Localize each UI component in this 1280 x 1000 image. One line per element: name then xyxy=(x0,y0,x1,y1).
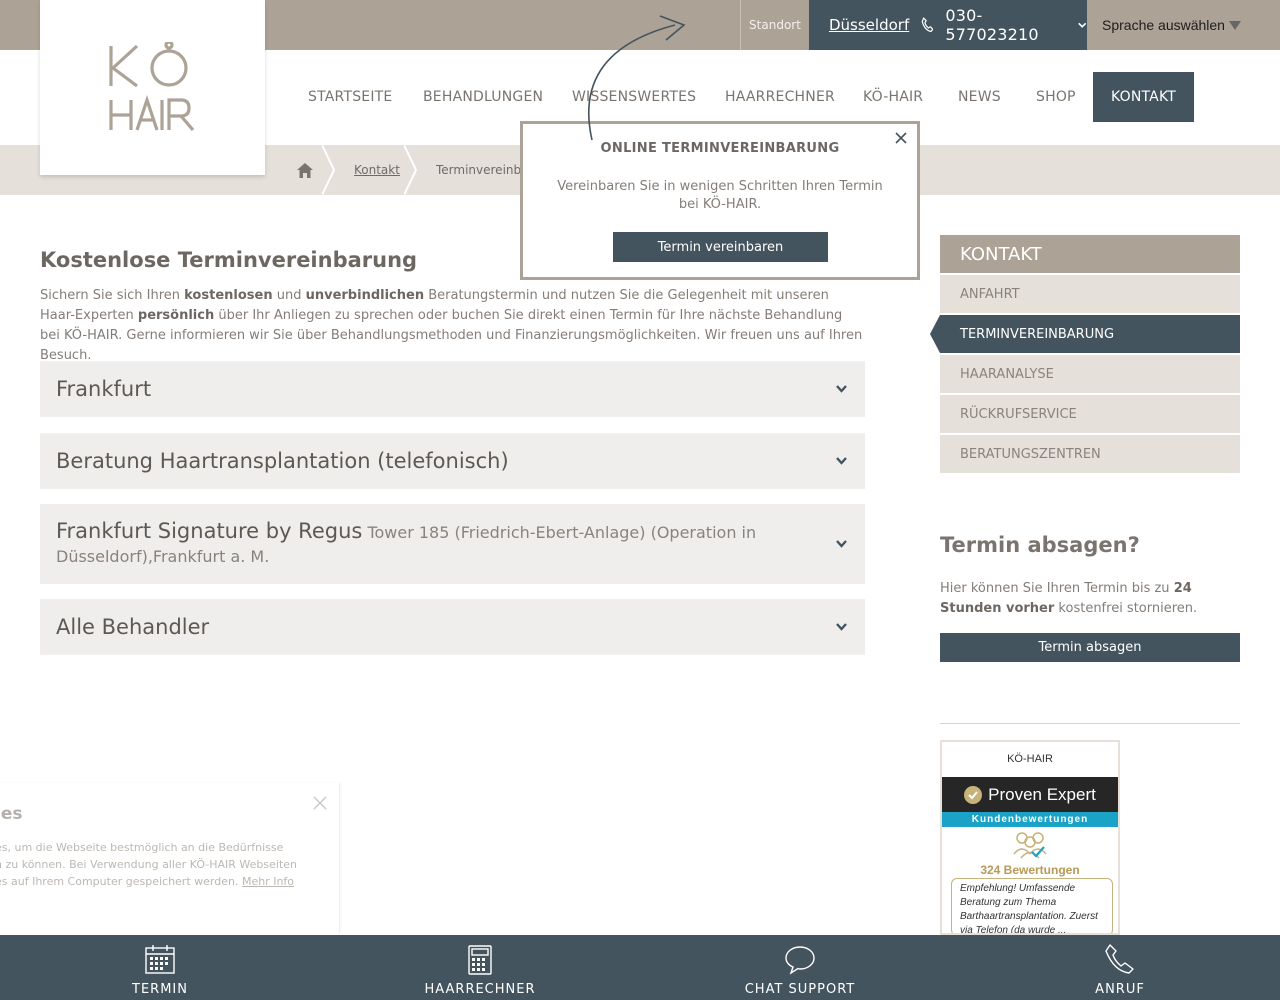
bottom-haarrechner-label: HAARRECHNER xyxy=(424,982,536,997)
proven-expert-widget[interactable]: KÖ-HAIR Proven Expert Kundenbewertungen … xyxy=(940,740,1120,935)
phone-icon xyxy=(1105,944,1134,974)
breadcrumb-current: Terminvereinbarung xyxy=(436,163,526,177)
calendar-icon xyxy=(145,945,175,974)
nav-kontakt[interactable]: KONTAKT xyxy=(1093,72,1194,122)
cookie-banner: ies es, um die Webseite bestmöglich an d… xyxy=(0,783,340,933)
home-icon xyxy=(297,162,313,178)
bottom-termin-label: TERMIN xyxy=(132,982,188,997)
chevron-down-icon[interactable] xyxy=(1077,19,1087,31)
bottom-termin-button[interactable]: TERMIN xyxy=(60,935,260,1000)
nav-haarrechner[interactable]: HAARRECHNER xyxy=(725,72,835,122)
sidebar-item-terminvereinbarung[interactable]: TERMINVEREINBARUNG xyxy=(940,315,1240,353)
book-appointment-button[interactable]: Termin vereinbaren xyxy=(613,232,828,262)
accordion-title: Alle Behandler xyxy=(56,615,210,639)
breadcrumb-separator xyxy=(322,145,336,195)
sidebar-active-marker xyxy=(930,315,940,353)
page-title: Kostenlose Terminvereinbarung xyxy=(40,248,418,272)
intro-text: Sichern Sie sich Ihren kostenlosen und u… xyxy=(40,288,863,363)
sidebar-item-rueckrufservice[interactable]: RÜCKRUFSERVICE xyxy=(940,395,1240,433)
nav-ko-hair[interactable]: KÖ-HAIR xyxy=(863,72,923,122)
cancel-heading: Termin absagen? xyxy=(940,533,1140,557)
nav-news[interactable]: NEWS xyxy=(958,72,1001,122)
popup-text: Vereinbaren Sie in wenigen Schritten Ihr… xyxy=(557,179,883,212)
ko-hair-logo-icon xyxy=(108,41,194,131)
sidebar-item-haaranalyse[interactable]: HAARANALYSE xyxy=(940,355,1240,393)
phone-number[interactable]: 030-577023210 xyxy=(945,6,1058,44)
bottom-chat-support-button[interactable]: CHAT SUPPORT xyxy=(700,935,900,1000)
calculator-icon xyxy=(468,945,492,975)
close-icon[interactable] xyxy=(313,796,327,810)
people-icon xyxy=(1013,832,1047,859)
nav-shop[interactable]: SHOP xyxy=(1036,72,1076,122)
sidebar-heading: KONTAKT xyxy=(940,235,1240,273)
accordion-frankfurt[interactable]: Frankfurt xyxy=(40,361,865,417)
pe-brand: KÖ-HAIR xyxy=(1007,753,1053,765)
divider xyxy=(940,723,1240,724)
pe-band: Kundenbewertungen xyxy=(942,812,1118,827)
cancel-text: Hier können Sie Ihren Termin bis zu 24 S… xyxy=(940,581,1198,616)
location-selector[interactable]: Düsseldorf 030-577023210 xyxy=(809,0,1087,50)
bottom-anruf-button[interactable]: ANRUF xyxy=(1020,935,1220,1000)
nav-behandlungen[interactable]: BEHANDLUNGEN xyxy=(423,72,543,122)
language-select[interactable]: Sprache auswählen xyxy=(1102,17,1241,33)
accordion-title: Beratung Haartransplantation (telefonisc… xyxy=(56,449,509,473)
language-label: Sprache auswählen xyxy=(1102,17,1225,33)
dropdown-arrow-icon xyxy=(1228,20,1241,30)
proven-expert-logo: Proven Expert xyxy=(942,777,1118,812)
phone-icon xyxy=(921,17,934,33)
chevron-down-icon xyxy=(836,623,847,631)
sidebar-item-anfahrt[interactable]: ANFAHRT xyxy=(940,275,1240,313)
cookie-text: es, um die Webseite bestmöglich an die B… xyxy=(0,841,298,888)
accordion-alle-behandler[interactable]: Alle Behandler xyxy=(40,599,865,655)
cookie-title: ies xyxy=(0,804,23,824)
nav-startseite[interactable]: STARTSEITE xyxy=(308,72,392,122)
city-link[interactable]: Düsseldorf xyxy=(829,16,909,34)
more-info-link[interactable]: Mehr Info xyxy=(242,875,294,888)
breadcrumb-separator xyxy=(404,145,418,195)
cancel-appointment-button[interactable]: Termin absagen xyxy=(940,633,1240,662)
sidebar-item-beratungszentren[interactable]: BERATUNGSZENTREN xyxy=(940,435,1240,473)
breadcrumb-home[interactable] xyxy=(297,145,313,195)
bottom-action-bar: TERMIN HAARRECHNER CHAT SUPPORT ANRUF xyxy=(0,935,1280,1000)
accordion-title: Frankfurt Signature by Regus xyxy=(56,519,363,543)
curved-arrow-icon xyxy=(587,15,686,141)
accordion-beratung-telefonisch[interactable]: Beratung Haartransplantation (telefonisc… xyxy=(40,433,865,489)
bottom-haarrechner-button[interactable]: HAARRECHNER xyxy=(380,935,580,1000)
bottom-anruf-label: ANRUF xyxy=(1095,982,1145,997)
chevron-down-icon xyxy=(836,457,847,465)
pe-review-count: 324 Bewertungen xyxy=(980,863,1080,877)
accordion-frankfurt-regus[interactable]: Frankfurt Signature by Regus Tower 185 (… xyxy=(40,504,865,584)
standort-label: Standort xyxy=(740,0,809,50)
pe-review-quote: Empfehlung! Umfassende Beratung zum Them… xyxy=(951,878,1113,933)
chat-bubble-icon xyxy=(785,946,815,975)
check-icon xyxy=(964,785,983,804)
chevron-down-icon xyxy=(836,385,847,393)
accordion-title: Frankfurt xyxy=(56,377,152,401)
logo[interactable] xyxy=(40,0,265,175)
breadcrumb-kontakt[interactable]: Kontakt xyxy=(354,145,400,195)
chevron-down-icon xyxy=(836,540,847,548)
bottom-chat-support-label: CHAT SUPPORT xyxy=(744,982,856,997)
